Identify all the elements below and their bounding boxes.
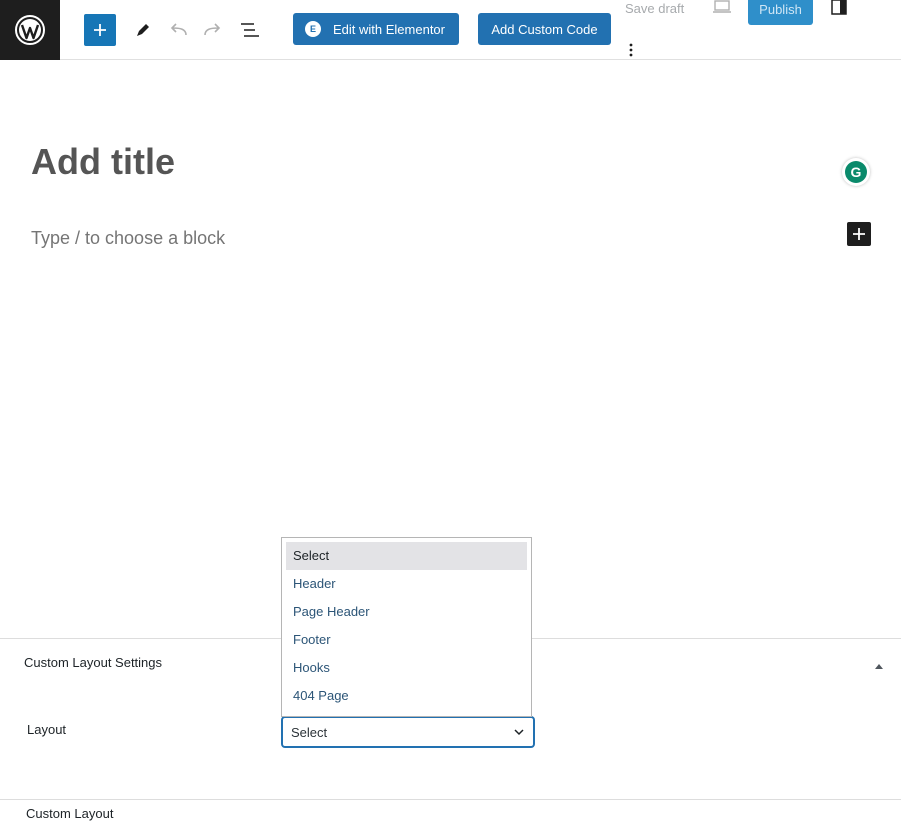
inline-add-block-button[interactable] (847, 222, 871, 246)
document-overview-button[interactable] (238, 18, 262, 42)
layout-option-page-header[interactable]: Page Header (286, 598, 527, 626)
layout-select-value: Select (291, 724, 328, 740)
caret-up-icon (875, 664, 883, 669)
custom-code-button-label: Add Custom Code (491, 21, 598, 37)
layout-select[interactable]: Select (282, 717, 534, 747)
preview-button[interactable] (712, 0, 732, 19)
undo-button[interactable] (166, 18, 190, 42)
list-view-icon (241, 23, 259, 37)
sidebar-toggle-icon (831, 0, 847, 15)
settings-sidebar-button[interactable] (830, 0, 848, 21)
edit-tool-button[interactable] (131, 18, 155, 42)
layout-option-header[interactable]: Header (286, 570, 527, 598)
plus-icon (94, 24, 106, 36)
layout-options-list: Select Header Page Header Footer Hooks 4… (281, 537, 532, 717)
add-block-button[interactable] (84, 14, 116, 46)
redo-icon (204, 23, 221, 36)
pencil-icon (137, 24, 149, 36)
save-draft-button[interactable]: Save draft (625, 1, 684, 16)
layout-option-hooks[interactable]: Hooks (286, 654, 527, 682)
layout-option-404-page[interactable]: 404 Page (286, 682, 527, 710)
redo-button[interactable] (201, 18, 225, 42)
grammarly-button[interactable]: G (842, 158, 870, 186)
options-menu-button[interactable] (624, 41, 638, 59)
more-vertical-icon (629, 43, 633, 57)
layout-option-footer[interactable]: Footer (286, 626, 527, 654)
undo-icon (170, 23, 187, 36)
block-placeholder[interactable]: Type / to choose a block (31, 228, 225, 249)
post-title-input[interactable]: Add title (31, 141, 175, 183)
plus-icon (853, 228, 865, 240)
layout-option-select[interactable]: Select (286, 542, 527, 570)
chevron-down-icon (514, 729, 524, 736)
wordpress-logo-icon[interactable] (0, 0, 60, 60)
panel-title: Custom Layout Settings (24, 655, 163, 670)
panel-collapse-button[interactable] (874, 657, 884, 675)
desktop-preview-icon (713, 0, 731, 13)
editor-toolbar: E Edit with Elementor Add Custom Code Sa… (0, 0, 901, 60)
grammarly-icon: G (845, 161, 867, 183)
add-custom-code-button[interactable]: Add Custom Code (478, 13, 611, 45)
custom-layout-panel-title[interactable]: Custom Layout (26, 806, 113, 821)
edit-with-elementor-button[interactable]: E Edit with Elementor (293, 13, 459, 45)
layout-label: Layout (27, 722, 67, 737)
elementor-button-label: Edit with Elementor (333, 21, 445, 37)
elementor-icon: E (305, 21, 321, 37)
publish-button[interactable]: Publish (748, 0, 813, 25)
